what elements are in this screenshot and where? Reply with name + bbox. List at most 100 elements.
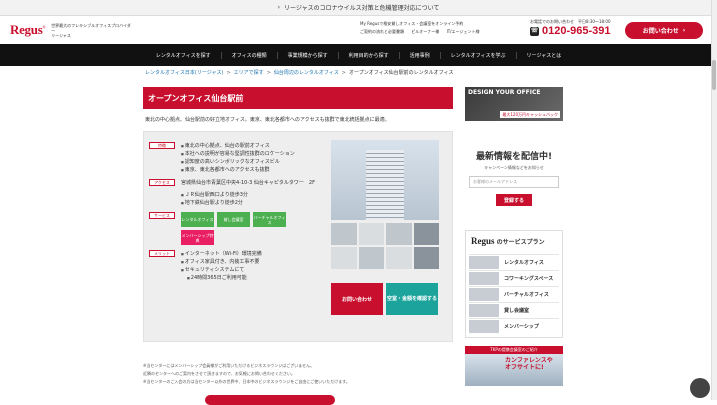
service-rental-office-button[interactable]: レンタルオフィス bbox=[181, 212, 214, 227]
service-membership-button[interactable]: メンバーシップ特典 bbox=[181, 230, 214, 245]
header-contact-button[interactable]: お問い合わせ › bbox=[625, 22, 703, 39]
list-item: 24時間365日ご利用可能 bbox=[181, 274, 262, 282]
note-line: ※当センターにはメンバーシップ会員様がご利用いただけるビジネスラウンジはございま… bbox=[143, 363, 315, 368]
tkp-heading: TKPの提携会議室のご紹介 bbox=[465, 346, 563, 354]
phone-icon: ☏ bbox=[530, 26, 539, 36]
list-item: セキュリティシステムにて bbox=[181, 266, 262, 274]
breadcrumb-area[interactable]: エリアで探す bbox=[234, 69, 264, 76]
contract-flow-link[interactable]: ご契約の流れと必要書類 bbox=[360, 29, 404, 34]
thumbnail[interactable] bbox=[386, 223, 412, 245]
nav-about[interactable]: リージャスとは bbox=[517, 52, 572, 59]
cashback-badge: 最大120万円キャッシュバック bbox=[500, 111, 560, 118]
arrow-right-icon: › bbox=[682, 27, 686, 34]
register-button[interactable]: 登録する bbox=[496, 194, 532, 206]
newsletter-box: 最新情報を配信中! キャンペーン情報などをお知らせ お客様のメールアドレス 登録… bbox=[465, 149, 563, 206]
sidebar: DESIGN YOUR OFFICE 最大120万円キャッシュバック 最新情報を… bbox=[465, 87, 563, 386]
service-thumb bbox=[469, 320, 499, 333]
nav-find-office[interactable]: レンタルオフィスを探す bbox=[146, 51, 222, 59]
breadcrumb-current: オープンオフィス仙台駅前のレンタルオフィス bbox=[349, 70, 454, 76]
tkp-body-line: オフサイトに! bbox=[505, 364, 544, 371]
thumbnail[interactable] bbox=[413, 247, 439, 269]
service-meeting-room-button[interactable]: 貸し会議室 bbox=[217, 212, 250, 227]
breadcrumb-sendai[interactable]: 仙台周辺のレンタルオフィス bbox=[274, 69, 339, 76]
scrollbar[interactable] bbox=[711, 0, 717, 400]
list-item: 地下鉄仙台駅より徒歩2分 bbox=[181, 199, 315, 207]
note-line: 近隣のセンターへのご案内をさせて頂きますので、お気軽にお問い合わせください。 bbox=[143, 371, 295, 376]
thumbnail[interactable] bbox=[331, 223, 357, 245]
breadcrumb-home[interactable]: レンタルオフィス日本(リージャス) bbox=[145, 69, 223, 76]
tkp-banner[interactable]: TKPの提携会議室のご紹介 カンファレンスや オフサイトに! bbox=[465, 346, 563, 386]
nav-office-types[interactable]: オフィスの種類 bbox=[222, 51, 278, 59]
regus-logo[interactable]: Regus® bbox=[10, 22, 45, 38]
notice-text[interactable]: リージャスのコロナウイルス対策と危機管理対応について bbox=[284, 3, 439, 12]
building-owner-link[interactable]: ピルオーナー様 bbox=[411, 29, 439, 34]
card-contact-button[interactable]: お問い合わせ bbox=[331, 283, 383, 315]
service-virtual-office-button[interactable]: バーチャルオフィス bbox=[253, 212, 286, 227]
notes: ※当センターにはメンバーシップ会員様がご利用いただけるビジネスラウンジはございま… bbox=[143, 362, 350, 386]
notice-bar[interactable]: › リージャスのコロナウイルス対策と危機管理対応について bbox=[0, 0, 717, 16]
sidebar-item-rental-office[interactable]: レンタルオフィス bbox=[469, 254, 559, 270]
phone-number[interactable]: ☏ 0120-965-391 bbox=[530, 25, 611, 37]
banner-title: DESIGN YOUR OFFICE bbox=[468, 89, 541, 96]
scrollbar-thumb[interactable] bbox=[712, 60, 716, 90]
access-tag: アクセス bbox=[149, 179, 175, 186]
nav-case-studies[interactable]: 活用事例 bbox=[400, 51, 441, 59]
list-item: オフィス家具付き、内装工事不要 bbox=[181, 258, 262, 266]
header-contact-label: お問い合わせ bbox=[642, 28, 679, 35]
access-list: ＪＲ仙台駅西口より徒歩3分 地下鉄仙台駅より徒歩2分 bbox=[181, 191, 315, 207]
breadcrumb-separator: > bbox=[341, 69, 346, 76]
service-plan-title: のサービスプラン bbox=[496, 239, 545, 246]
list-item: 東北の中心拠点、仙台の駅前オフィス bbox=[181, 142, 295, 150]
service-row: サービス レンタルオフィス 貸し会議室 バーチャルオフィス メンバーシップ特典 bbox=[149, 212, 329, 245]
myregus-link[interactable]: My Regusで格安貸しオフィス・会議室をオンライン予約 bbox=[360, 21, 463, 26]
merit-list: インターネット（Wi-Fi）環境完備 オフィス家具付き、内装工事不要 セキュリテ… bbox=[181, 250, 262, 282]
sidebar-item-meeting-room[interactable]: 貸し会議室 bbox=[469, 302, 559, 318]
sidebar-item-virtual-office[interactable]: バーチャルオフィス bbox=[469, 286, 559, 302]
access-info: 宮城県仙台市青葉区中央4-10-3 仙台キャピタルタワー 2F ＪＲ仙台駅西口よ… bbox=[181, 179, 315, 207]
thumbnail[interactable] bbox=[413, 223, 439, 245]
nav-by-purpose[interactable]: 利用目的から探す bbox=[339, 51, 400, 59]
tagline: 世界最大のフレキシブルオフィスプロバイダー リージャス bbox=[51, 23, 131, 38]
access-row: アクセス 宮城県仙台市青葉区中央4-10-3 仙台キャピタルタワー 2F ＪＲ仙… bbox=[149, 179, 329, 207]
breadcrumb: レンタルオフィス日本(リージャス) > エリアで探す > 仙台周辺のレンタルオフ… bbox=[0, 66, 717, 79]
main-content: オープンオフィス仙台駅前 東北の中心拠点、仙台駅前の好立地オフィス。東京、東北各… bbox=[143, 87, 453, 342]
sidebar-item-label: レンタルオフィス bbox=[504, 260, 544, 266]
service-plan-box: Regus のサービスプラン レンタルオフィス コワーキングスペース バーチャル… bbox=[465, 230, 563, 338]
nav-by-size[interactable]: 事業規模から探す bbox=[278, 51, 339, 59]
sidebar-item-membership[interactable]: メンバーシップ bbox=[469, 318, 559, 334]
nav-learn[interactable]: レンタルオフィスを学ぶ bbox=[441, 51, 517, 59]
thumbnail[interactable] bbox=[331, 247, 357, 269]
center-info: 特徴 東北の中心拠点、仙台の駅前オフィス 本社への説明が容易な堅調性抜群のロケー… bbox=[149, 142, 329, 287]
service-tag: サービス bbox=[149, 212, 175, 219]
card-buttons: お問い合わせ 空室・金額を確認する bbox=[331, 283, 438, 315]
thumbnail[interactable] bbox=[386, 247, 412, 269]
sidebar-item-label: 貸し会議室 bbox=[504, 308, 530, 314]
feature-list: 東北の中心拠点、仙台の駅前オフィス 本社への説明が容易な堅調性抜群のロケーション… bbox=[181, 142, 295, 174]
merit-row: メリット インターネット（Wi-Fi）環境完備 オフィス家具付き、内装工事不要 … bbox=[149, 250, 329, 282]
list-item: ＪＲ仙台駅西口より徒歩3分 bbox=[181, 191, 315, 199]
page-title: オープンオフィス仙台駅前 bbox=[143, 87, 453, 109]
thumbnail[interactable] bbox=[358, 223, 384, 245]
chat-icon[interactable] bbox=[690, 378, 710, 398]
sidebar-item-label: メンバーシップ bbox=[504, 324, 539, 330]
list-item: 東京、東北各都市へのアクセスも抜群 bbox=[181, 166, 295, 174]
tagline-line-2: リージャス bbox=[51, 32, 71, 38]
main-nav: レンタルオフィスを探す オフィスの種類 事業規模から探す 利用目的から探す 活用… bbox=[0, 44, 717, 66]
building-image bbox=[366, 150, 404, 220]
sidebar-item-coworking[interactable]: コワーキングスペース bbox=[469, 270, 559, 286]
campaign-banner[interactable]: DESIGN YOUR OFFICE 最大120万円キャッシュバック bbox=[465, 87, 563, 121]
header-links: My Regusで格安貸しオフィス・会議室をオンライン予約 ご契約の流れと必要書… bbox=[360, 20, 485, 36]
building-photo[interactable] bbox=[331, 140, 439, 220]
agent-link[interactable]: IT/エージェント様 bbox=[447, 29, 480, 34]
service-thumb bbox=[469, 256, 499, 269]
newsletter-title: 最新情報を配信中! bbox=[475, 152, 553, 162]
list-item: インターネット（Wi-Fi）環境完備 bbox=[181, 250, 262, 258]
thumbnail[interactable] bbox=[358, 247, 384, 269]
email-input[interactable]: お客様のメールアドレス bbox=[469, 176, 559, 188]
tkp-body: カンファレンスや オフサイトに! bbox=[505, 357, 563, 371]
bottom-cta-button[interactable] bbox=[205, 395, 335, 405]
service-plan-heading: Regus のサービスプラン bbox=[471, 236, 559, 246]
check-availability-button[interactable]: 空室・金額を確認する bbox=[386, 283, 438, 315]
header: Regus® 世界最大のフレキシブルオフィスプロバイダー リージャス My Re… bbox=[0, 16, 717, 44]
center-card: 特徴 東北の中心拠点、仙台の駅前オフィス 本社への説明が容易な堅調性抜群のロケー… bbox=[143, 131, 453, 342]
